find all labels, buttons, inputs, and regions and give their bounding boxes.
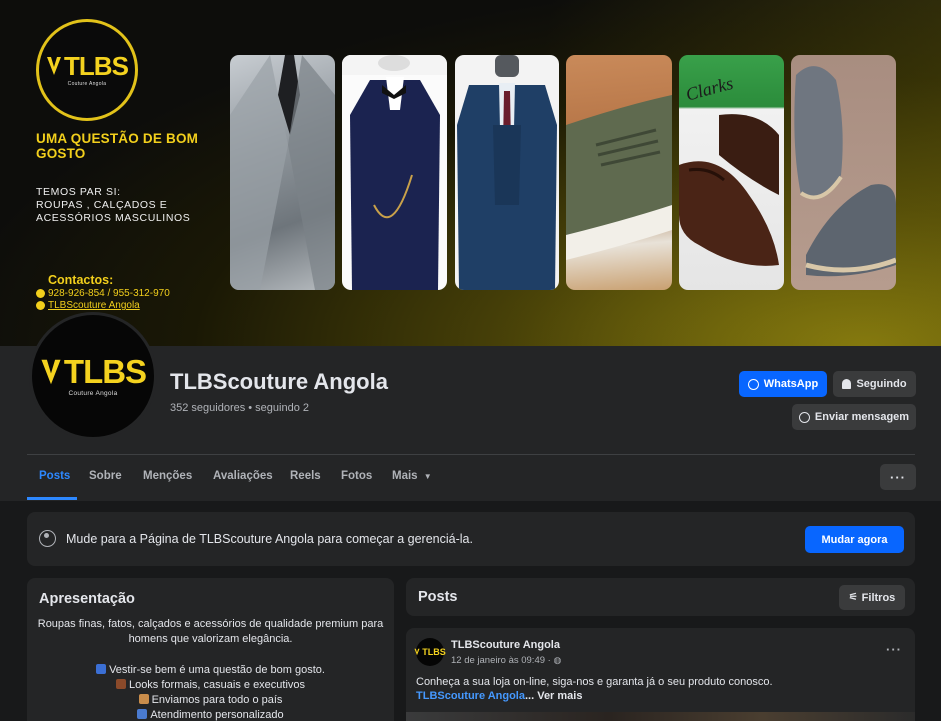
follower-stats[interactable]: 352 seguidores • seguindo 2: [170, 402, 309, 414]
list-item: Enviamos para todo o país: [27, 693, 394, 708]
package-emoji-icon: [138, 694, 149, 704]
send-message-button[interactable]: Enviar mensagem: [792, 404, 916, 430]
sliders-icon: ⚟: [848, 592, 858, 603]
cover-contacts-title: Contactos:: [48, 273, 114, 287]
profile-icon: [39, 530, 56, 547]
cover-handle: TLBScouture Angola: [48, 300, 140, 311]
list-item: Atendimento personalizado: [27, 708, 394, 721]
tab-about[interactable]: Sobre: [89, 470, 122, 482]
post-timestamp[interactable]: 12 de janeiro às 09:49 · ◍: [451, 655, 561, 666]
active-tab-indicator: [27, 497, 77, 500]
cover-tagline-line: TEMOS PAR SI:: [36, 186, 121, 198]
tab-reels[interactable]: Reels: [290, 470, 321, 482]
post-mention-link[interactable]: TLBScouture Angola: [416, 690, 525, 702]
intro-description: Roupas finas, fatos, calçados e acessóri…: [37, 618, 384, 645]
bell-icon: [842, 379, 852, 389]
filters-button[interactable]: ⚟ Filtros: [839, 585, 905, 610]
tab-mentions[interactable]: Menções: [143, 470, 192, 482]
filters-button-label: Filtros: [861, 591, 896, 604]
header-divider: [27, 454, 915, 455]
list-item: Looks formais, casuais e executivos: [27, 678, 394, 693]
whatsapp-button[interactable]: WhatsApp: [739, 371, 827, 397]
page-title: TLBScouture Angola: [170, 369, 388, 394]
post-author[interactable]: TLBScouture Angola: [451, 639, 560, 651]
post-options-button[interactable]: ···: [886, 642, 902, 657]
cover-logo-subtitle: Couture Angola: [67, 81, 107, 87]
post-card: TLBS TLBScouture Angola 12 de janeiro às…: [406, 628, 915, 721]
whatsapp-button-label: WhatsApp: [763, 378, 819, 390]
tab-more-label: Mais: [392, 470, 418, 482]
send-message-button-label: Enviar mensagem: [814, 411, 910, 423]
manage-page-text: Mude para a Página de TLBScouture Angola…: [66, 532, 473, 546]
posts-title: Posts: [418, 589, 458, 605]
intro-title: Apresentação: [39, 591, 135, 607]
following-button-label: Seguindo: [856, 378, 907, 390]
whatsapp-icon: [36, 289, 45, 298]
tab-posts[interactable]: Posts: [39, 470, 70, 482]
post-avatar-text: TLBS: [422, 646, 446, 657]
tab-reviews[interactable]: Avaliações: [213, 470, 273, 482]
cover-headline: UMA QUESTÃO DE BOM GOSTO: [36, 131, 199, 161]
person-emoji-icon: [137, 709, 148, 719]
intro-card: Apresentação Roupas finas, fatos, calçad…: [27, 578, 394, 721]
tab-more[interactable]: Mais ▼: [392, 470, 432, 482]
briefcase-emoji-icon: [115, 679, 126, 689]
see-more-link[interactable]: ... Ver mais: [525, 690, 582, 702]
cover-tagline-line: ROUPAS , CALÇADOS E: [36, 199, 168, 211]
messenger-icon: [798, 411, 810, 423]
intro-list: Vestir-se bem é uma questão de bom gosto…: [27, 663, 394, 721]
cover-tagline-line: ACESSÓRIOS MASCULINOS: [36, 212, 191, 224]
avatar[interactable]: TLBS Couture Angola: [29, 312, 157, 440]
navy-tuxedo-photo: [342, 55, 447, 290]
more-options-button[interactable]: ···: [880, 464, 916, 490]
following-button[interactable]: Seguindo: [833, 371, 916, 397]
tlbs-v-icon: [46, 55, 62, 77]
tab-photos[interactable]: Fotos: [341, 470, 372, 482]
olive-sneaker-photo: [566, 55, 672, 290]
avatar-logo-text: TLBS: [63, 353, 147, 390]
cover-logo-text: TLBS: [64, 51, 129, 81]
cover-contacts: Contactos: 928-926-854 / 955-312-970 TLB…: [36, 273, 170, 311]
post-image[interactable]: [406, 712, 915, 721]
caret-down-icon: ▼: [423, 472, 432, 481]
instagram-icon: [36, 301, 45, 310]
switch-now-button[interactable]: Mudar agora: [805, 526, 904, 553]
whatsapp-icon: [747, 378, 759, 390]
suit-emoji-icon: [96, 664, 107, 674]
list-item: Vestir-se bem é uma questão de bom gosto…: [27, 663, 394, 678]
cover-phone: 928-926-854 / 955-312-970: [48, 288, 170, 299]
cover-logo: TLBS Couture Angola: [36, 19, 138, 121]
clarks-brown-shoes-photo: Clarks: [679, 55, 784, 290]
post-text: Conheça a sua loja on-line, siga-nos e g…: [416, 676, 773, 702]
tlbs-v-icon: [40, 357, 62, 387]
globe-icon: ◍: [553, 655, 562, 665]
cover-photo[interactable]: TLBS Couture Angola UMA QUESTÃO DE BOM G…: [0, 0, 941, 346]
posts-header: Posts ⚟ Filtros: [406, 578, 915, 616]
post-avatar[interactable]: TLBS: [414, 638, 446, 666]
svg-text:Clarks: Clarks: [684, 73, 736, 105]
manage-page-banner: Mude para a Página de TLBScouture Angola…: [27, 512, 915, 566]
cover-tagline: TEMOS PAR SI: ROUPAS , CALÇADOS E ACESSÓ…: [36, 186, 190, 225]
blue-three-piece-suit-photo: [455, 55, 559, 290]
avatar-logo-subtitle: Couture Angola: [68, 390, 118, 397]
grey-suit-photo: [230, 55, 335, 290]
tlbs-v-icon: [414, 648, 420, 656]
grey-suede-loafers-photo: [791, 55, 896, 290]
